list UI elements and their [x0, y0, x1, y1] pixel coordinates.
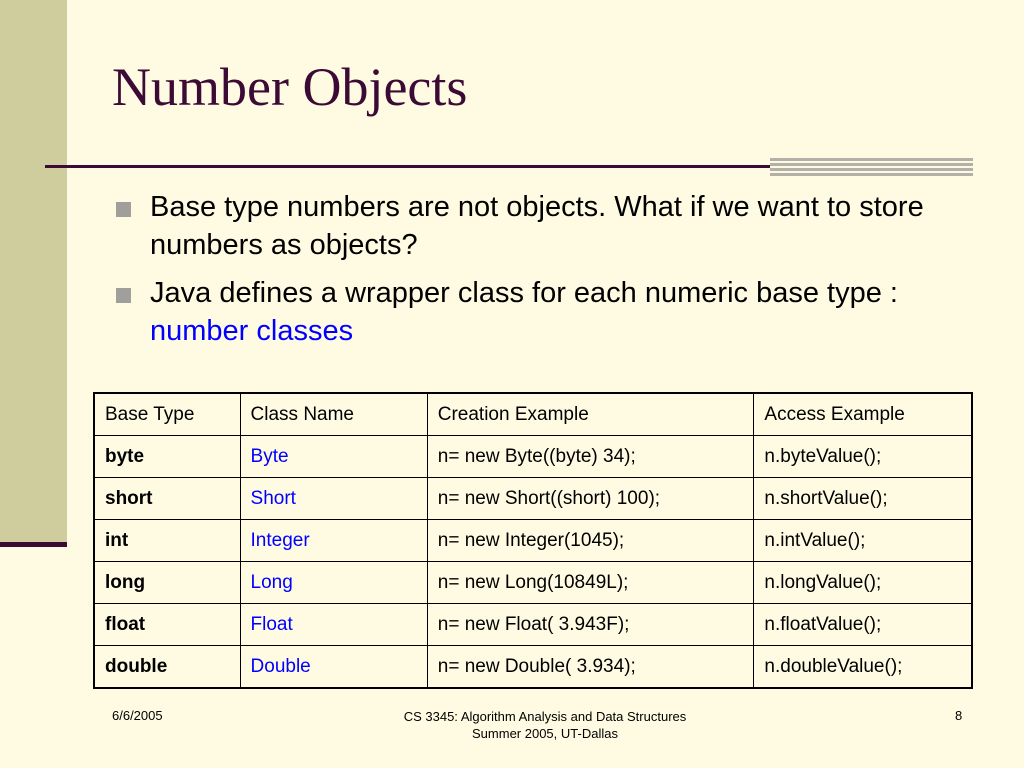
class-name-cell: Double [239, 645, 428, 689]
slide-number: 8 [955, 708, 963, 723]
base-type-cell: byte [93, 435, 241, 478]
footer-course-info: CS 3345: Algorithm Analysis and Data Str… [345, 708, 745, 742]
creation-example-cell: n= new Short((short) 100); [426, 477, 755, 520]
table-header-row: Base Type Class Name Creation Example Ac… [93, 392, 973, 436]
bullet-highlight: number classes [150, 315, 354, 347]
class-name-cell: Integer [239, 519, 428, 562]
square-bullet-icon [116, 288, 131, 303]
access-example-cell: n.longValue(); [753, 561, 973, 604]
footer-course: CS 3345: Algorithm Analysis and Data Str… [403, 709, 687, 724]
base-type-cell: double [93, 645, 241, 689]
class-name-cell: Long [239, 561, 428, 604]
column-header: Base Type [93, 392, 241, 436]
class-name-cell: Float [239, 603, 428, 646]
base-type-cell: short [93, 477, 241, 520]
table-row: float Float n= new Float( 3.943F); n.flo… [93, 603, 973, 646]
column-header: Access Example [753, 392, 973, 436]
creation-example-cell: n= new Float( 3.943F); [426, 603, 755, 646]
bullet-text: Java defines a wrapper class for each nu… [150, 277, 898, 309]
square-bullet-icon [116, 202, 131, 217]
footer-date: 6/6/2005 [112, 708, 163, 723]
title-stripes-decor [770, 158, 973, 178]
column-header: Class Name [239, 392, 428, 436]
creation-example-cell: n= new Double( 3.934); [426, 645, 755, 689]
bullet-item: Base type numbers are not objects. What … [114, 188, 974, 264]
bullet-list: Base type numbers are not objects. What … [114, 188, 974, 360]
bullet-item: Java defines a wrapper class for each nu… [114, 274, 974, 350]
bullet-text: Base type numbers are not objects. What … [150, 191, 924, 261]
table-row: short Short n= new Short((short) 100); n… [93, 477, 973, 520]
left-decor-rule [0, 542, 67, 547]
creation-example-cell: n= new Byte((byte) 34); [426, 435, 755, 478]
creation-example-cell: n= new Long(10849L); [426, 561, 755, 604]
access-example-cell: n.byteValue(); [753, 435, 973, 478]
access-example-cell: n.doubleValue(); [753, 645, 973, 689]
footer-term: Summer 2005, UT-Dallas [472, 726, 618, 741]
title-divider [45, 165, 771, 168]
access-example-cell: n.intValue(); [753, 519, 973, 562]
class-name-cell: Byte [239, 435, 428, 478]
table-row: int Integer n= new Integer(1045); n.intV… [93, 519, 973, 562]
creation-example-cell: n= new Integer(1045); [426, 519, 755, 562]
number-classes-table: Base Type Class Name Creation Example Ac… [93, 392, 973, 689]
table-row: long Long n= new Long(10849L); n.longVal… [93, 561, 973, 604]
base-type-cell: int [93, 519, 241, 562]
class-name-cell: Short [239, 477, 428, 520]
access-example-cell: n.shortValue(); [753, 477, 973, 520]
left-decor-band [0, 0, 67, 547]
table-row: byte Byte n= new Byte((byte) 34); n.byte… [93, 435, 973, 478]
access-example-cell: n.floatValue(); [753, 603, 973, 646]
table-row: double Double n= new Double( 3.934); n.d… [93, 645, 973, 689]
slide-title: Number Objects [112, 57, 468, 117]
base-type-cell: long [93, 561, 241, 604]
base-type-cell: float [93, 603, 241, 646]
column-header: Creation Example [426, 392, 755, 436]
